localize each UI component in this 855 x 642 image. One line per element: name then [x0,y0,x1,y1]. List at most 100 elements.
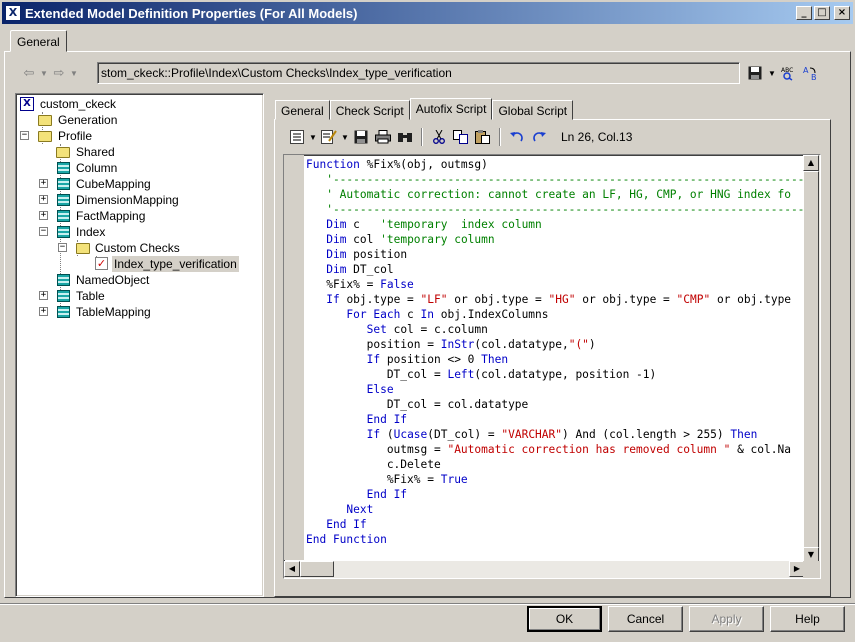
tree-item[interactable]: NamedObject [18,272,263,288]
code-line[interactable]: DT_col = col.datatype [306,397,804,412]
replace-text-icon[interactable]: AB [802,64,820,82]
tree-item[interactable]: Column [18,160,263,176]
print-icon[interactable] [373,128,393,146]
back-dropdown-icon[interactable]: ▼ [38,69,50,78]
code-line[interactable]: End If [306,517,804,532]
folder-open-icon [76,243,90,254]
collapse-icon[interactable]: − [39,227,48,236]
code-token: position [346,248,408,261]
tree-item[interactable]: Generation [18,112,263,128]
find-icon[interactable] [395,128,415,146]
collapse-icon[interactable]: − [58,243,67,252]
scroll-up-icon[interactable]: ▲ [803,155,819,171]
code-line[interactable]: %Fix% = False [306,277,804,292]
code-line[interactable]: Function %Fix%(obj, outmsg) [306,157,804,172]
code-line[interactable]: Dim col 'temporary column [306,232,804,247]
ok-button[interactable]: OK [527,606,602,632]
code-line[interactable]: Next [306,502,804,517]
code-line[interactable]: position = InStr(col.datatype,"(") [306,337,804,352]
code-line[interactable]: DT_col = Left(col.datatype, position -1) [306,367,804,382]
code-token: position = [306,338,441,351]
help-button[interactable]: Help [770,606,845,632]
vertical-scrollbar[interactable]: ▲ ▼ [803,155,820,563]
copy-icon[interactable] [451,128,471,146]
expand-icon[interactable]: + [39,291,48,300]
code-line[interactable]: outmsg = "Automatic correction has remov… [306,442,804,457]
code-line[interactable]: End If [306,412,804,427]
forward-arrow-icon[interactable]: ⇨ [50,65,68,81]
code-line[interactable]: '---------------------------------------… [306,202,804,217]
vertical-scroll-thumb[interactable] [803,171,819,551]
redo-icon[interactable] [529,128,549,146]
back-arrow-icon[interactable]: ⇦ [20,65,38,81]
expand-icon[interactable]: + [39,307,48,316]
cut-icon[interactable] [429,128,449,146]
tree-item[interactable]: + DimensionMapping [18,192,263,208]
code-line[interactable]: Set col = c.column [306,322,804,337]
code-line[interactable]: Dim DT_col [306,262,804,277]
save-icon[interactable] [746,64,764,82]
list-properties-dropdown-icon[interactable]: ▼ [309,133,317,142]
object-path-field[interactable]: stom_ckeck::Profile\Index\Custom Checks\… [97,62,740,84]
tree-item[interactable]: + FactMapping [18,208,263,224]
tree-item[interactable]: + TableMapping [18,304,263,320]
list-properties-icon[interactable] [287,128,307,146]
code-line[interactable]: End Function [306,532,804,547]
tree-item[interactable]: X custom_ckeck [18,96,263,112]
expand-icon[interactable]: + [39,211,48,220]
code-line[interactable]: If position <> 0 Then [306,352,804,367]
code-line[interactable]: Dim c 'temporary index column [306,217,804,232]
scroll-left-icon[interactable]: ◀ [284,561,300,577]
save-dropdown-icon[interactable]: ▼ [768,69,776,78]
tree-item[interactable]: + Table [18,288,263,304]
code-token: False [380,278,414,291]
code-token: DT_col [346,263,394,276]
horizontal-scroll-thumb[interactable] [300,561,334,577]
expand-icon[interactable]: + [39,195,48,204]
code-line[interactable]: c.Delete [306,457,804,472]
script-editor[interactable]: Function %Fix%(obj, outmsg) '-----------… [283,154,821,579]
code-text[interactable]: Function %Fix%(obj, outmsg) '-----------… [306,157,804,559]
code-line[interactable]: If (Ucase(DT_col) = "VARCHAR") And (col.… [306,427,804,442]
tab-autofix-script[interactable]: Autofix Script [409,98,493,120]
close-button[interactable]: × [834,6,850,20]
tree-item[interactable]: + CubeMapping [18,176,263,192]
tab-general-inner[interactable]: General [275,100,330,120]
edit-dropdown-icon[interactable]: ▼ [341,133,349,142]
tree-item[interactable]: − Index [18,224,263,240]
expand-icon[interactable]: + [39,179,48,188]
tab-general[interactable]: General [10,30,67,52]
paste-icon[interactable] [473,128,493,146]
maximize-button[interactable]: □ [814,6,830,20]
code-line[interactable]: Else [306,382,804,397]
pane-splitter[interactable] [266,93,269,597]
tab-global-script[interactable]: Global Script [492,100,574,120]
undo-icon[interactable] [507,128,527,146]
code-line[interactable]: ' Automatic correction: cannot create an… [306,187,804,202]
code-line[interactable]: For Each c In obj.IndexColumns [306,307,804,322]
minimize-button[interactable]: _ [796,6,812,20]
spell-check-icon[interactable]: ABC [780,64,798,82]
collapse-icon[interactable]: − [20,131,29,140]
code-line[interactable]: Dim position [306,247,804,262]
tree-item-selected[interactable]: ✓ Index_type_verification [18,256,263,272]
code-line[interactable]: End If [306,487,804,502]
tab-check-script[interactable]: Check Script [329,100,410,120]
horizontal-scrollbar[interactable]: ◀ ▶ [284,561,805,578]
object-tree[interactable]: X custom_ckeck Generation − Profile Shar… [15,93,264,597]
tree-item[interactable]: − Profile [18,128,263,144]
save-script-icon[interactable] [351,128,371,146]
edit-icon[interactable] [319,128,339,146]
cancel-button[interactable]: Cancel [608,606,683,632]
apply-button[interactable]: Apply [689,606,764,632]
model-icon: X [20,97,34,111]
tree-item[interactable]: − Custom Checks [18,240,263,256]
forward-dropdown-icon[interactable]: ▼ [68,69,80,78]
code-line[interactable]: If obj.type = "LF" or obj.type = "HG" or… [306,292,804,307]
code-line[interactable]: %Fix% = True [306,472,804,487]
tree-item[interactable]: Shared [18,144,263,160]
code-line[interactable]: '---------------------------------------… [306,172,804,187]
